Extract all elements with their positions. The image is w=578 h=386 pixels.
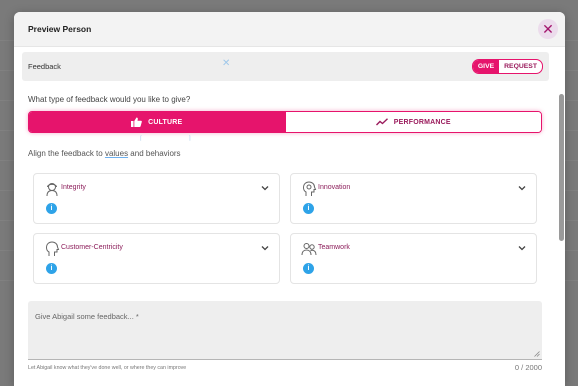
close-button[interactable]: ✕ xyxy=(538,19,558,39)
info-icon[interactable]: i xyxy=(46,263,57,274)
scrollbar-thumb[interactable] xyxy=(559,94,564,241)
person-headset-icon xyxy=(46,183,58,197)
value-card-teamwork[interactable]: Teamwork i xyxy=(290,233,537,284)
feedback-type-selector: CULTURE PERFORMANCE xyxy=(28,111,542,133)
align-prompt-post: and behaviors xyxy=(128,149,181,158)
chevron-down-icon xyxy=(261,246,269,251)
modal-header: Preview Person xyxy=(14,12,565,47)
feedback-label: Feedback xyxy=(28,62,61,71)
culture-label: CULTURE xyxy=(148,118,183,126)
performance-label: PERFORMANCE xyxy=(393,118,451,126)
chevron-down-icon xyxy=(261,186,269,191)
value-label: Teamwork xyxy=(318,244,350,251)
request-button[interactable]: REQUEST xyxy=(499,60,542,73)
resize-handle-icon[interactable] xyxy=(534,351,540,357)
info-icon[interactable]: i xyxy=(303,263,314,274)
feedback-bar: Feedback ✕ GIVE REQUEST xyxy=(22,52,549,81)
feedback-textarea[interactable]: Give Abigail some feedback... * xyxy=(28,301,542,360)
people-group-icon xyxy=(301,243,317,256)
close-icon: ✕ xyxy=(542,21,554,37)
value-card-customer-centricity[interactable]: Customer-Centricity i xyxy=(33,233,280,284)
align-prompt: Align the feedback to values and behavio… xyxy=(28,149,181,158)
info-icon[interactable]: i xyxy=(303,203,314,214)
culture-button[interactable]: CULTURE xyxy=(29,112,285,132)
feedback-helper-text: Let Abigail know what they've done well,… xyxy=(28,365,187,371)
thumbs-up-icon xyxy=(131,117,142,127)
chevron-down-icon xyxy=(518,186,526,191)
value-card-integrity[interactable]: Integrity i xyxy=(33,173,280,224)
info-icon[interactable]: i xyxy=(46,203,57,214)
faint-close-icon: ✕ xyxy=(222,58,231,69)
align-prompt-link: values xyxy=(104,149,129,158)
performance-button[interactable]: PERFORMANCE xyxy=(284,112,541,132)
value-card-innovation[interactable]: Innovation i xyxy=(290,173,537,224)
give-button[interactable]: GIVE xyxy=(472,60,500,73)
head-gear-icon xyxy=(302,181,317,196)
value-label: Innovation xyxy=(318,184,351,191)
head-profile-icon xyxy=(45,241,60,256)
preview-person-modal: Preview Person ✕ Feedback ✕ GIVE REQUEST… xyxy=(14,12,565,386)
align-prompt-pre: Align the feedback to xyxy=(28,149,105,158)
trend-line-icon xyxy=(375,118,388,126)
feedback-type-question: What type of feedback would you like to … xyxy=(28,95,191,104)
modal-title: Preview Person xyxy=(28,24,92,34)
value-label: Customer-Centricity xyxy=(61,244,123,251)
character-counter: 0 / 2000 xyxy=(514,363,542,372)
faint-overlay-text: ⌈ ⌉ xyxy=(140,136,192,142)
give-request-toggle: GIVE REQUEST xyxy=(471,59,543,74)
modal-body: Feedback ✕ GIVE REQUEST What type of fee… xyxy=(22,52,549,386)
value-label: Integrity xyxy=(61,184,86,191)
chevron-down-icon xyxy=(518,246,526,251)
feedback-placeholder: Give Abigail some feedback... * xyxy=(35,312,139,321)
